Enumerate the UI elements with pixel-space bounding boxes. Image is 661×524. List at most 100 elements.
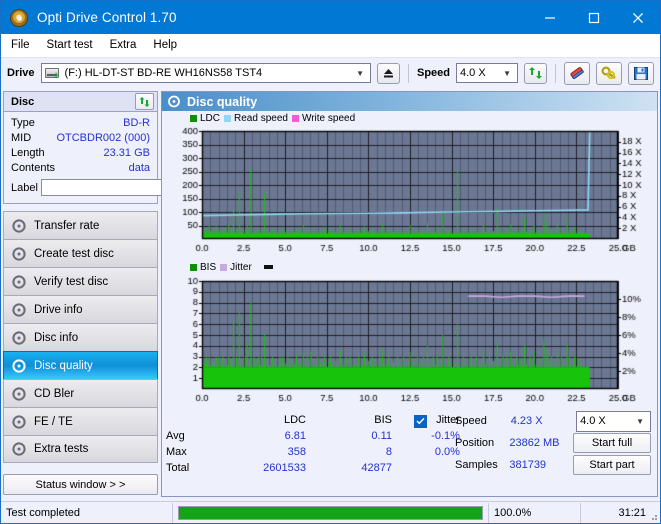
disc-row-contents: Contents data [11,160,150,175]
stats-cell-ldc: 358 [287,446,306,458]
ldc-chart-legend: LDC Read speed Write speed [162,112,657,124]
resize-grip[interactable] [648,511,658,521]
samples-row: Samples 381739 Start part [455,454,651,476]
stats-row-key: Max [166,446,187,458]
eraser-button[interactable] [564,61,590,85]
sidebar-item-create-test-disc[interactable]: Create test disc [3,239,158,267]
legend-item-jitter: Jitter [220,262,252,273]
jitter-header: Jitter [414,412,460,428]
app-window: Opti Drive Control 1.70 File Start test … [0,0,661,524]
refresh-icon [529,67,542,79]
stats-cell-bis: 0.11 [371,430,392,442]
disc-refresh-button[interactable] [135,93,154,110]
stats-cell-bis: 8 [385,446,392,458]
settings-icon [601,66,616,80]
start-full-button[interactable]: Start full [573,433,651,453]
status-window-button[interactable]: Status window > > [3,474,158,495]
menu-item-help[interactable]: Help [153,39,177,51]
speed-select-value: 4.0 X [460,67,486,79]
legend-label: Write speed [301,112,356,124]
jitter-block: Jitter -0.1% 0.0% [414,412,460,460]
sidebar-item-label: Create test disc [34,247,114,260]
menu-item-start-test[interactable]: Start test [47,39,93,51]
progress-fill [179,506,482,519]
drive-select[interactable]: + (F:) HL-DT-ST BD-RE WH16NS58 TST4 ▼ [40,63,371,83]
disc-icon [12,274,26,289]
chevron-down-icon: ▼ [503,68,511,78]
sidebar-item-extra-tests[interactable]: Extra tests [3,435,158,463]
chevron-down-icon: ▼ [636,416,644,426]
stats-col-bis: BIS [374,414,392,426]
toolbar-divider [407,63,409,83]
disc-value: BD-R [123,116,150,129]
disc-value: OTCBDR002 (000) [56,131,150,144]
disc-icon [12,358,26,373]
title-bar: Opti Drive Control 1.70 [1,1,660,34]
disc-value: 23.31 GB [103,146,150,159]
eject-button[interactable] [376,62,400,84]
chevron-down-icon: ▼ [356,68,364,78]
drive-label: Drive [7,67,35,79]
main-panel: Disc quality LDC Read speed Write speed [161,91,658,497]
sidebar-nav: Transfer rate Create test disc Verify te… [3,211,158,463]
stats-cell-ldc: 2601533 [263,462,306,474]
maximize-icon[interactable] [572,1,616,34]
disc-icon [168,95,180,108]
main-panel-header: Disc quality [162,92,657,111]
legend-swatch-read-speed [224,114,232,122]
table-row: Avg 6.81 0.11 [166,428,396,444]
refresh-button[interactable] [524,62,547,84]
stats-table: LDC BIS Avg 6.81 0.11 Max 358 8 Total 26… [166,412,396,476]
speed-value: 4.23 X [510,415,543,427]
position-key: Position [455,437,495,449]
legend-swatch-bis [190,263,197,271]
drive-toolbar: Drive + (F:) HL-DT-ST BD-RE WH16NS58 TST… [1,57,660,88]
disc-key: Length [11,146,45,159]
sidebar-item-label: Disc quality [34,359,93,372]
progress-bar [178,505,483,520]
sidebar-item-transfer-rate[interactable]: Transfer rate [3,211,158,239]
menu-item-file[interactable]: File [11,39,30,51]
test-speed-select[interactable]: 4.0 X ▼ [576,410,651,432]
sidebar-item-drive-info[interactable]: Drive info [3,295,158,323]
sidebar-item-label: Transfer rate [34,219,100,232]
speed-select[interactable]: 4.0 X ▼ [456,63,518,83]
settings-button[interactable] [596,61,622,85]
disc-icon [12,218,26,233]
stats-row-key: Total [166,462,190,474]
jitter-avg: -0.1% [431,430,460,442]
sidebar-item-disc-info[interactable]: Disc info [3,323,158,351]
disc-row-type: Type BD-R [11,115,150,130]
save-button[interactable] [628,61,654,85]
start-part-button[interactable]: Start part [573,455,651,475]
menu-item-extra[interactable]: Extra [110,39,137,51]
legend-label: BIS [200,261,217,273]
refresh-icon [139,96,150,107]
sidebar-item-disc-quality[interactable]: Disc quality [3,351,158,379]
status-window-wrap: Status window > > [3,474,158,495]
drive-icon: + [44,66,61,80]
legend-swatch-ldc [190,114,197,122]
table-row: Max 358 8 [166,444,396,460]
window-title: Opti Drive Control 1.70 [37,10,177,25]
close-icon[interactable] [616,1,660,34]
sidebar-item-cd-bler[interactable]: CD Bler [3,379,158,407]
disc-value: data [128,161,150,174]
toolbar-divider [555,63,556,83]
legend-label: Jitter [230,261,252,273]
eraser-icon [570,67,584,80]
sidebar-item-fe-te[interactable]: FE / TE [3,407,158,435]
disc-icon [12,442,26,456]
stats-row-key: Avg [166,430,185,442]
jitter-checkbox[interactable] [414,414,427,428]
sidebar-item-label: Disc info [34,331,79,344]
position-value: 23862 MB [509,437,560,449]
sidebar-item-verify-test-disc[interactable]: Verify test disc [3,267,158,295]
save-icon [634,66,648,80]
disc-info-panel: Type BD-R MID OTCBDR002 (000) Length 23.… [3,112,246,204]
sidebar-item-label: FE / TE [34,415,73,428]
minimize-icon[interactable] [528,1,572,34]
legend-label: Read speed [234,112,288,124]
sidebar-item-label: Verify test disc [34,275,109,288]
window-controls [528,1,660,34]
